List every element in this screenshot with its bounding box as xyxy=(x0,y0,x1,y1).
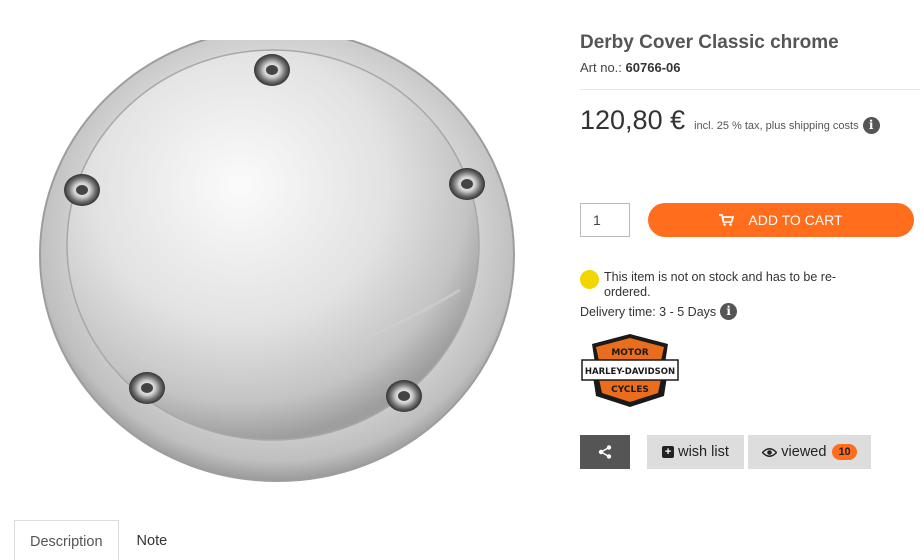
product-title: Derby Cover Classic chrome xyxy=(580,32,839,53)
info-icon[interactable]: i xyxy=(720,303,738,320)
bolt-left xyxy=(64,174,100,206)
product-price: 120,80 € xyxy=(580,105,686,135)
logo-bottom-text: CYCLES xyxy=(611,385,649,395)
delivery-time-text: Delivery time: 3 - 5 Days xyxy=(580,304,717,319)
logo-middle-text: HARLEY-DAVIDSON xyxy=(585,367,675,377)
quantity-input[interactable]: 1 xyxy=(580,203,630,237)
divider xyxy=(580,89,920,90)
wish-list-label: wish list xyxy=(678,444,729,460)
tax-note[interactable]: incl. 25 % tax, plus shipping costs xyxy=(694,120,858,132)
info-icon[interactable]: i xyxy=(862,117,880,134)
share-button[interactable] xyxy=(580,435,630,469)
plus-square-icon: + xyxy=(662,446,675,458)
stock-status-text: This item is not on stock and has to be … xyxy=(604,270,837,299)
viewed-button[interactable]: viewed 10 xyxy=(748,435,871,469)
article-number-label: Art no.: xyxy=(580,60,622,75)
bolt-bottom-right xyxy=(386,380,422,412)
product-tabs: Description Note xyxy=(14,520,182,560)
share-icon xyxy=(598,445,612,459)
wish-list-button[interactable]: + wish list xyxy=(647,435,744,469)
bolt-bottom-left xyxy=(129,372,165,404)
bolt-top xyxy=(254,54,290,86)
price-row: 120,80 € incl. 25 % tax, plus shipping c… xyxy=(580,105,880,136)
article-number: Art no.: 60766-06 xyxy=(580,60,681,75)
viewed-count-badge: 10 xyxy=(832,444,857,460)
harley-davidson-logo[interactable]: MOTOR HARLEY-DAVIDSON CYCLES xyxy=(580,330,680,410)
logo-top-text: MOTOR xyxy=(611,348,648,358)
cart-icon xyxy=(719,214,735,226)
stock-status-dot xyxy=(580,270,599,289)
viewed-label: viewed xyxy=(781,444,827,460)
delivery-time: Delivery time: 3 - 5 Days i xyxy=(580,303,738,320)
add-to-cart-button[interactable]: ADD TO CART xyxy=(648,203,914,237)
article-number-value: 60766-06 xyxy=(625,60,681,75)
eye-icon xyxy=(762,447,778,457)
stock-status: This item is not on stock and has to be … xyxy=(580,270,869,300)
tab-note[interactable]: Note xyxy=(119,520,183,560)
add-to-cart-label: ADD TO CART xyxy=(748,212,843,228)
tab-description[interactable]: Description xyxy=(14,520,119,560)
bolt-right xyxy=(449,168,485,200)
product-image xyxy=(39,40,515,482)
